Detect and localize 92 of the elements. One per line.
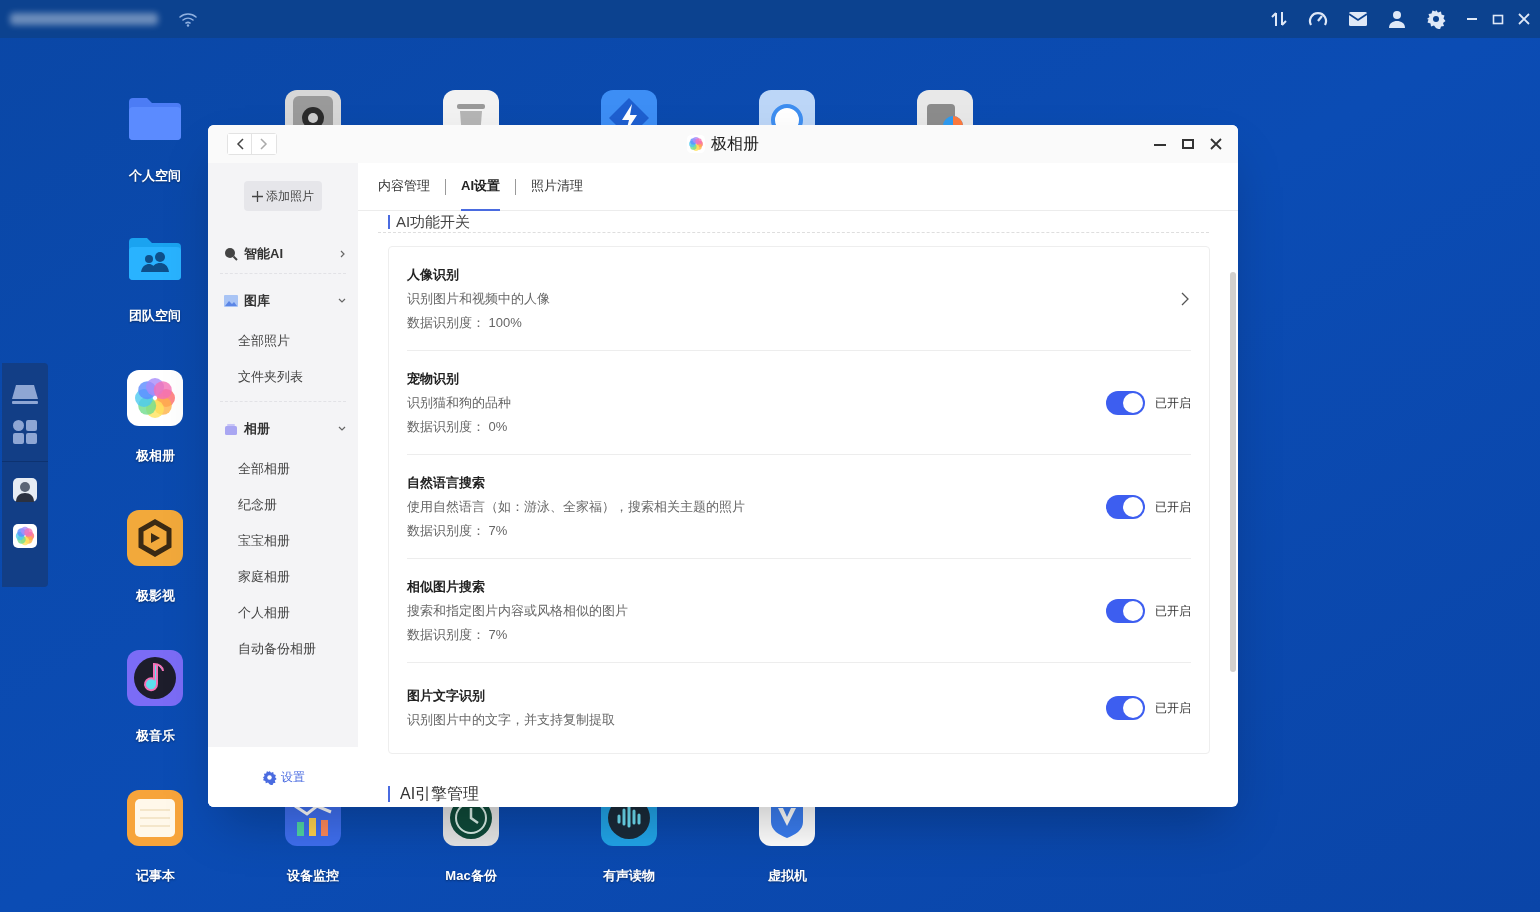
toggle-status: 已开启: [1155, 498, 1191, 516]
tab[interactable]: AI设置: [461, 162, 500, 211]
sidebar-item[interactable]: 文件夹列表: [238, 359, 346, 395]
audio-wave-icon[interactable]: [601, 807, 657, 846]
back-icon: [235, 138, 244, 150]
sidebar-section[interactable]: 智能AI: [220, 241, 346, 267]
chevron-down-icon: [338, 426, 346, 432]
app-label[interactable]: 设备监控: [287, 867, 339, 885]
maximize-icon[interactable]: [1182, 138, 1194, 150]
app-label[interactable]: Mac备份: [445, 867, 497, 885]
chevron-right-icon: [340, 250, 346, 258]
notepad-icon[interactable]: [127, 790, 183, 846]
sidebar-item[interactable]: 宝宝相册: [238, 523, 346, 559]
accuracy-text: 数据识别度： 100%: [407, 313, 523, 332]
section-heading: AI功能开关: [396, 212, 471, 231]
app-label[interactable]: 极相册: [135, 447, 175, 465]
user-icon[interactable]: [1388, 10, 1406, 28]
search-icon: [224, 247, 238, 261]
video-app-icon[interactable]: [127, 510, 183, 566]
feature-title: 人像识别: [407, 265, 460, 284]
chevron-right-icon[interactable]: [1181, 291, 1189, 306]
feature-description: 搜索和指定图片内容或风格相似的图片: [407, 601, 628, 620]
plus-icon: [252, 190, 263, 202]
app-label[interactable]: 团队空间: [129, 307, 181, 325]
toggle-switch[interactable]: [1106, 494, 1145, 519]
music-app-icon[interactable]: [127, 650, 183, 706]
accuracy-text: 数据识别度： 0%: [407, 417, 509, 436]
sidebar-section[interactable]: 图库: [220, 288, 346, 314]
settings-link[interactable]: 设置: [261, 768, 305, 786]
avatar-icon[interactable]: [13, 478, 37, 502]
toggle-switch[interactable]: [1106, 696, 1145, 720]
sidebar-item[interactable]: 自动备份相册: [238, 631, 346, 667]
settings-icon: [261, 769, 277, 785]
app-label[interactable]: 个人空间: [129, 167, 181, 185]
section-heading: AI引擎管理: [400, 784, 480, 804]
sidebar-item[interactable]: 家庭相册: [238, 559, 346, 595]
forward-icon: [260, 138, 268, 150]
app-label[interactable]: 极影视: [135, 587, 175, 605]
database-pie-icon[interactable]: [917, 90, 973, 125]
feature-title: 相似图片搜索: [407, 577, 486, 596]
section-label: 智能AI: [244, 245, 283, 264]
sidebar-item[interactable]: 全部相册: [238, 451, 346, 487]
back-button[interactable]: [228, 134, 252, 154]
apps-grid-icon[interactable]: [12, 419, 38, 445]
app-label[interactable]: 极音乐: [135, 727, 175, 745]
tab[interactable]: 照片清理: [531, 162, 583, 211]
accuracy-text: 数据识别度： 7%: [407, 521, 509, 540]
add-photos-button[interactable]: 添加照片: [244, 181, 322, 211]
section-label: 图库: [244, 292, 270, 311]
app-label[interactable]: 虚拟机: [767, 867, 807, 885]
lightning-icon[interactable]: [601, 90, 657, 125]
feature-description: 识别猫和狗的品种: [407, 393, 511, 412]
feature-description: 识别图片中的文字，并支持复制提取: [407, 711, 615, 729]
close-icon[interactable]: [1210, 138, 1222, 150]
chevron-down-icon: [338, 298, 346, 304]
toggle-switch[interactable]: [1106, 390, 1145, 415]
feature-description: 识别图片和视频中的人像: [407, 289, 550, 308]
magnifier-icon[interactable]: [759, 90, 815, 125]
photos-app-icon[interactable]: [13, 524, 37, 548]
image-icon: [224, 294, 238, 308]
feature-title: 宠物识别: [407, 369, 460, 388]
trash-icon[interactable]: [443, 90, 499, 125]
feature-title: 自然语言搜索: [407, 473, 486, 492]
sidebar-section[interactable]: 相册: [220, 416, 346, 442]
sidebar-item[interactable]: 纪念册: [238, 487, 346, 523]
feature-description: 使用自然语言（如：游泳、全家福），搜索相关主题的照片: [407, 497, 745, 516]
app-logo-icon: [687, 135, 705, 153]
drive-icon[interactable]: [11, 383, 39, 405]
gauge-icon[interactable]: [1308, 10, 1328, 28]
mail-icon[interactable]: [1348, 11, 1368, 27]
tab[interactable]: 内容管理: [378, 162, 430, 211]
toggle-status: 已开启: [1155, 394, 1191, 412]
app-label[interactable]: 有声读物: [603, 867, 655, 885]
photos-icon[interactable]: [127, 370, 183, 426]
app-label[interactable]: 记事本: [135, 867, 175, 885]
feature-title: 图片文字识别: [407, 687, 486, 705]
album-icon: [224, 422, 238, 436]
wifi-icon[interactable]: [178, 11, 198, 27]
sidebar-item[interactable]: 全部照片: [238, 323, 346, 359]
toggle-status: 已开启: [1155, 602, 1191, 620]
clock-backup-icon[interactable]: [443, 807, 499, 846]
shield-icon[interactable]: [759, 807, 815, 846]
accuracy-text: 数据识别度： 7%: [407, 625, 509, 644]
section-label: 相册: [244, 420, 270, 439]
toggle-switch[interactable]: [1106, 598, 1145, 623]
monitor-chart-icon[interactable]: [285, 807, 341, 846]
transfer-icon[interactable]: [1270, 10, 1288, 28]
toggle-status: 已开启: [1155, 700, 1191, 717]
scrollbar-thumb[interactable]: [1230, 272, 1236, 672]
sidebar-item[interactable]: 个人相册: [238, 595, 346, 631]
window-title: 极相册: [711, 134, 759, 154]
settings-icon[interactable]: [1426, 9, 1446, 29]
